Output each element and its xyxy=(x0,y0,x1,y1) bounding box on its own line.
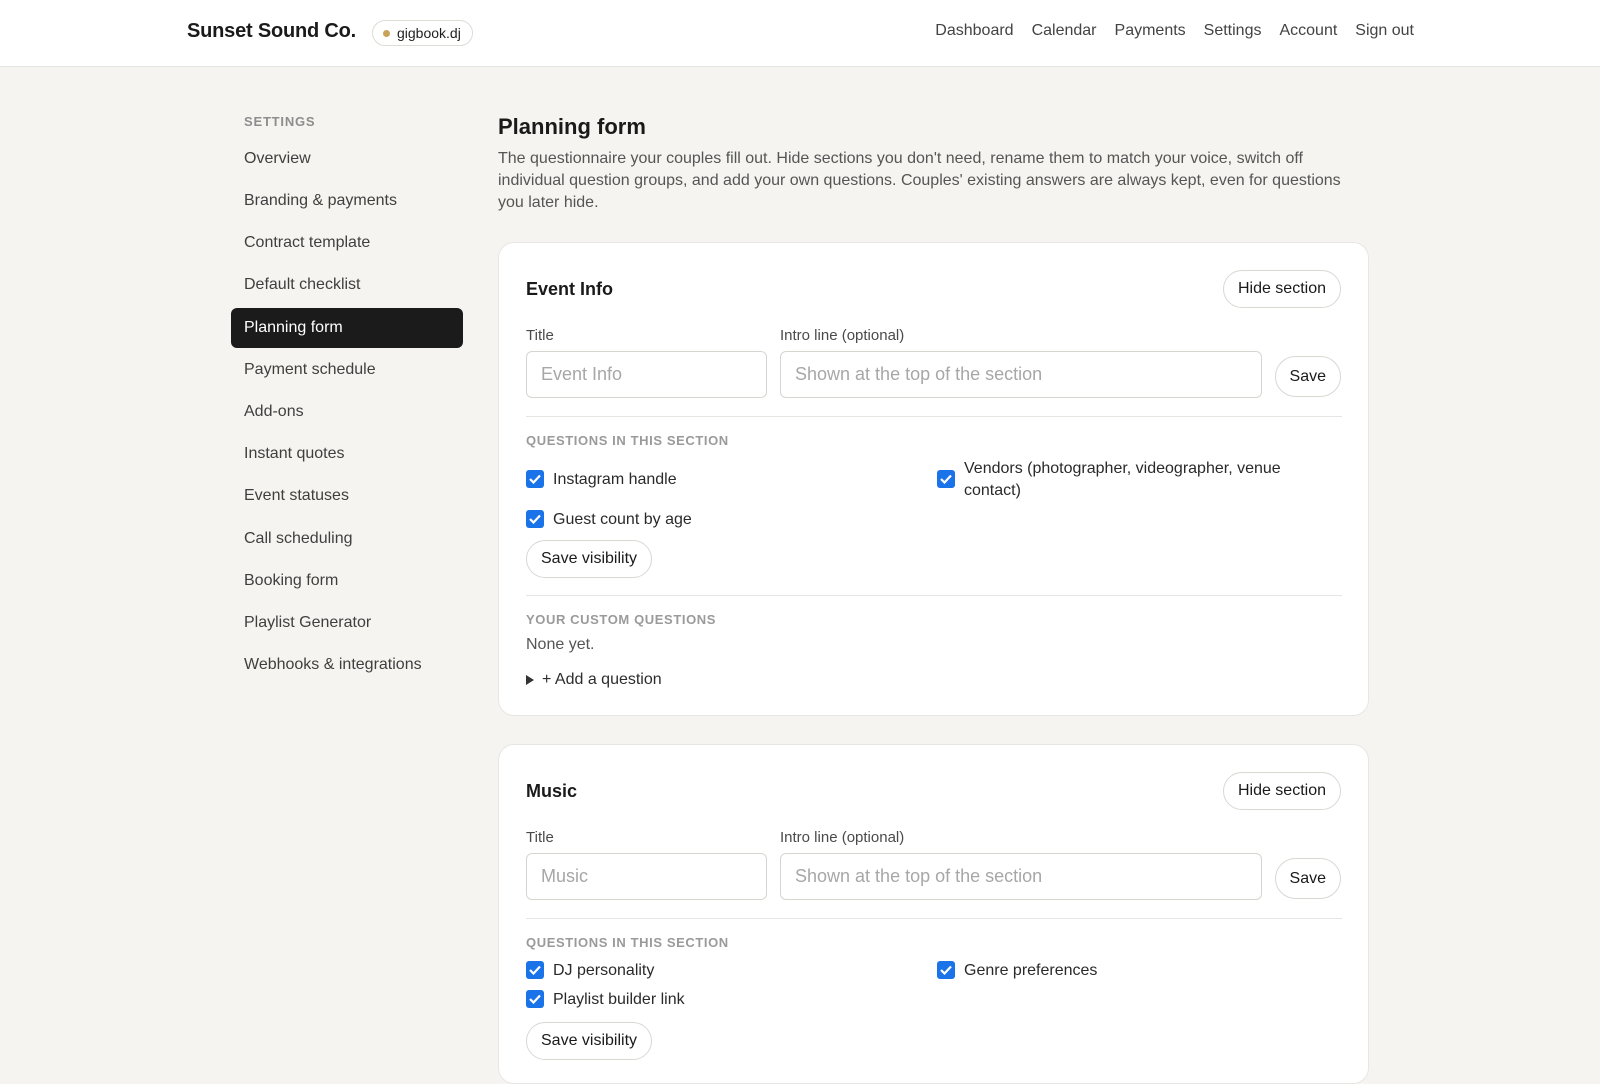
save-button[interactable]: Save xyxy=(1274,356,1341,397)
nav-payments[interactable]: Payments xyxy=(1115,22,1186,40)
questions-heading: QUESTIONS IN THIS SECTION xyxy=(526,433,729,448)
status-dot-icon xyxy=(383,29,390,37)
nav-settings[interactable]: Settings xyxy=(1204,22,1262,40)
sidebar-item-branding-payments[interactable]: Branding & payments xyxy=(231,181,463,221)
sidebar-item-default-checklist[interactable]: Default checklist xyxy=(231,265,463,305)
sidebar-item-event-statuses[interactable]: Event statuses xyxy=(231,476,463,516)
question-vendors[interactable]: Vendors (photographer, videographer, ven… xyxy=(937,458,1307,502)
sidebar-item-overview[interactable]: Overview xyxy=(231,139,463,179)
question-dj-personality[interactable]: DJ personality xyxy=(526,960,906,982)
question-label: Instagram handle xyxy=(553,471,677,488)
page-description: The questionnaire your couples fill out.… xyxy=(498,150,1341,211)
section-card-event-info: Event Info Hide section Title Intro line… xyxy=(498,242,1369,716)
title-field-label: Title xyxy=(526,829,554,846)
divider xyxy=(526,416,1342,417)
nav-account[interactable]: Account xyxy=(1279,22,1337,40)
question-label: Guest count by age xyxy=(553,511,692,528)
section-card-music: Music Hide section Title Intro line (opt… xyxy=(498,744,1369,1084)
checkbox-checked-icon[interactable] xyxy=(937,961,955,979)
add-question-toggle[interactable]: + Add a question xyxy=(526,671,662,689)
question-playlist-builder-link[interactable]: Playlist builder link xyxy=(526,989,906,1011)
question-guest-count-by-age[interactable]: Guest count by age xyxy=(526,509,906,531)
questions-heading: QUESTIONS IN THIS SECTION xyxy=(526,935,729,950)
sidebar-item-planning-form[interactable]: Planning form xyxy=(231,308,463,348)
question-instagram-handle[interactable]: Instagram handle xyxy=(526,469,906,491)
sidebar-item-contract-template[interactable]: Contract template xyxy=(231,223,463,263)
custom-questions-heading: YOUR CUSTOM QUESTIONS xyxy=(526,612,717,627)
domain-badge-label: gigbook.dj xyxy=(397,25,461,41)
intro-line-input[interactable] xyxy=(780,853,1262,900)
checkbox-checked-icon[interactable] xyxy=(526,961,544,979)
question-label: Genre preferences xyxy=(964,962,1098,979)
question-label: Playlist builder link xyxy=(553,991,685,1008)
question-label: Vendors (photographer, videographer, ven… xyxy=(964,460,1281,499)
section-title: Event Info xyxy=(526,279,614,299)
sidebar-item-webhooks-integrations[interactable]: Webhooks & integrations xyxy=(231,645,463,685)
checkbox-checked-icon[interactable] xyxy=(937,470,955,488)
divider xyxy=(526,918,1342,919)
question-label: DJ personality xyxy=(553,962,655,979)
top-header: Sunset Sound Co. gigbook.dj Dashboard Ca… xyxy=(0,0,1600,67)
add-question-label: + Add a question xyxy=(542,671,662,688)
section-title-input[interactable] xyxy=(526,351,767,398)
sidebar-item-payment-schedule[interactable]: Payment schedule xyxy=(231,350,463,390)
section-title: Music xyxy=(526,781,578,801)
sidebar-item-booking-form[interactable]: Booking form xyxy=(231,561,463,601)
sidebar-item-instant-quotes[interactable]: Instant quotes xyxy=(231,434,463,474)
nav-dashboard[interactable]: Dashboard xyxy=(935,22,1013,40)
intro-field-label: Intro line (optional) xyxy=(780,327,905,344)
sidebar-item-add-ons[interactable]: Add-ons xyxy=(231,392,463,432)
intro-field-label: Intro line (optional) xyxy=(780,829,905,846)
checkbox-checked-icon[interactable] xyxy=(526,510,544,528)
sidebar-item-playlist-generator[interactable]: Playlist Generator xyxy=(231,603,463,643)
sidebar-item-call-scheduling[interactable]: Call scheduling xyxy=(231,519,463,559)
question-genre-preferences[interactable]: Genre preferences xyxy=(937,960,1307,982)
checkbox-checked-icon[interactable] xyxy=(526,470,544,488)
section-title-input[interactable] xyxy=(526,853,767,900)
save-visibility-button[interactable]: Save visibility xyxy=(526,540,653,578)
divider xyxy=(526,595,1342,596)
disclosure-triangle-icon xyxy=(526,675,534,685)
save-button[interactable]: Save xyxy=(1274,858,1341,899)
hide-section-button[interactable]: Hide section xyxy=(1222,270,1341,308)
sidebar-heading: SETTINGS xyxy=(244,114,316,129)
checkbox-checked-icon[interactable] xyxy=(526,990,544,1008)
domain-badge: gigbook.dj xyxy=(372,20,473,46)
title-field-label: Title xyxy=(526,327,554,344)
hide-section-button[interactable]: Hide section xyxy=(1222,772,1341,810)
intro-line-input[interactable] xyxy=(780,351,1262,398)
save-visibility-button[interactable]: Save visibility xyxy=(526,1022,653,1060)
nav-calendar[interactable]: Calendar xyxy=(1032,22,1097,40)
page-title: Planning form xyxy=(498,114,646,139)
top-nav: Dashboard Calendar Payments Settings Acc… xyxy=(935,22,1414,40)
nav-sign-out[interactable]: Sign out xyxy=(1355,22,1414,40)
brand-name[interactable]: Sunset Sound Co. xyxy=(187,20,356,43)
custom-questions-empty: None yet. xyxy=(526,636,595,653)
